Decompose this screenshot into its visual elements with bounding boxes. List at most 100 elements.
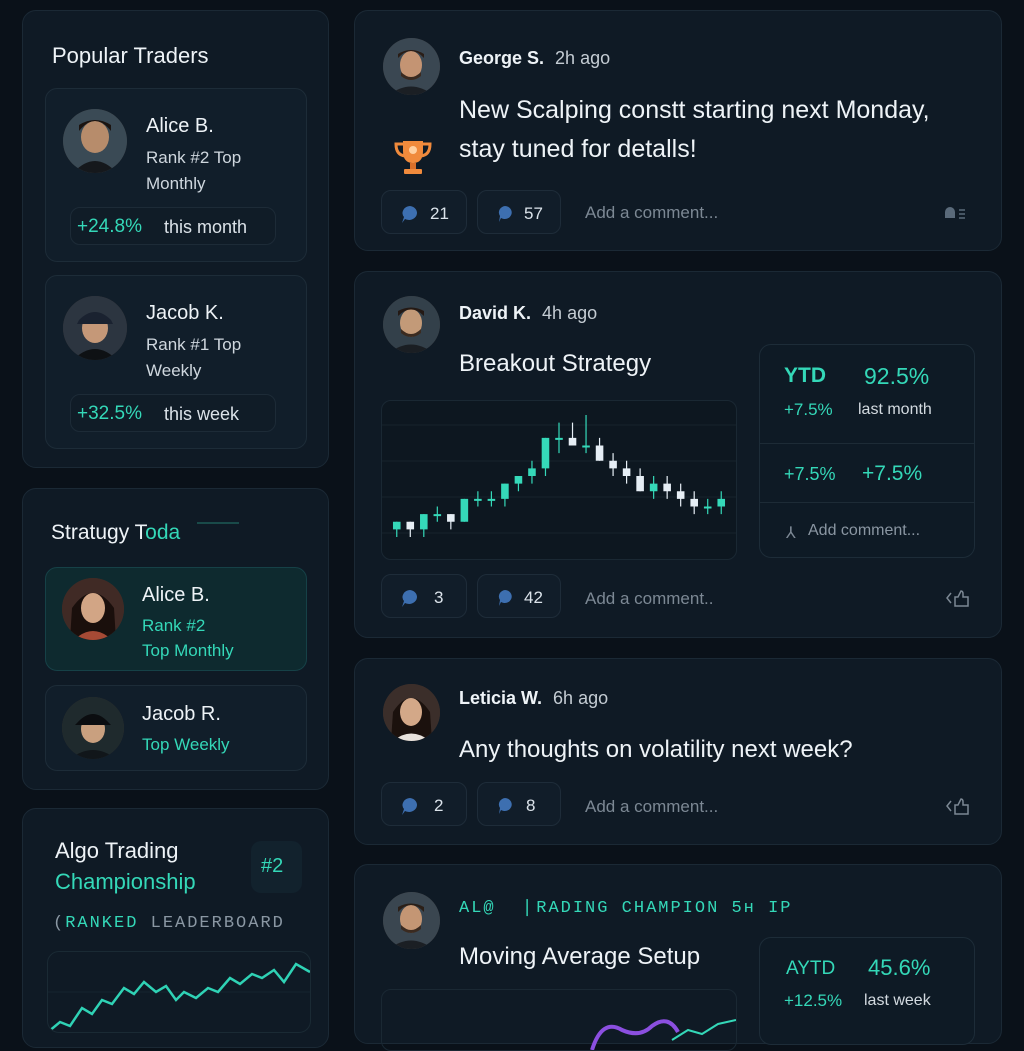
trader-name: Jacob R.	[142, 703, 221, 725]
ytd-label: AYTD	[786, 958, 836, 979]
performance-badge: +32.5% this week	[70, 394, 276, 432]
like-count: 8	[526, 796, 536, 815]
post-author[interactable]: David K.	[459, 303, 531, 323]
post-author[interactable]: George S.	[459, 48, 544, 68]
stats-comment-input[interactable]: Add comment...	[808, 522, 920, 540]
avatar[interactable]	[383, 892, 440, 949]
candle-body	[433, 514, 442, 517]
leaderboard-prefix: (	[53, 914, 66, 933]
leaderboard-label: (RANKED LEADERBOARD	[53, 914, 285, 933]
championship-title-line2: Championship	[55, 869, 196, 894]
stats-divider	[760, 443, 974, 444]
candle-body	[690, 498, 698, 507]
stats-divider	[760, 502, 974, 503]
trader-period: Top Weekly	[142, 735, 230, 754]
trophy-icon	[391, 135, 435, 179]
share-icon[interactable]	[945, 796, 971, 816]
avatar	[63, 296, 127, 360]
trader-rank: Rank #2 Top	[146, 148, 242, 167]
comment-button[interactable]: 21	[381, 190, 467, 234]
moving-average-sparkline	[590, 1019, 736, 1050]
trader-card-alice[interactable]: Alice B. Rank #2 Top Monthly +24.8% this…	[45, 88, 307, 262]
candlestick-chart-svg	[382, 415, 736, 537]
comment-icon	[402, 206, 418, 223]
candle-body	[582, 445, 590, 448]
championship-title-line1: Algo Trading	[55, 838, 179, 863]
like-button[interactable]: 57	[477, 190, 561, 234]
post-card-leticia: Leticia W. 6h ago Any thoughts on volati…	[354, 658, 1002, 845]
like-icon	[498, 590, 512, 606]
share-icon[interactable]	[945, 588, 971, 608]
week-label: last week	[864, 992, 931, 1009]
post-text: Any thoughts on volatility next week?	[459, 736, 853, 763]
strategy-item-alice[interactable]: Alice B. Rank #2 Top Monthly	[45, 567, 307, 671]
post-author[interactable]: Leticia W.	[459, 688, 542, 708]
comment-button[interactable]: 3	[381, 574, 467, 618]
leaderboard-chart-box	[47, 951, 311, 1033]
candle-body	[609, 460, 617, 469]
post-card-george: George S. 2h ago New Scalping constt sta…	[354, 10, 1002, 251]
candle-body	[636, 476, 644, 492]
avatar[interactable]	[383, 38, 440, 95]
candle-body	[392, 521, 401, 530]
post-time: 4h ago	[542, 303, 598, 323]
like-icon	[498, 798, 512, 814]
title-underline	[197, 522, 239, 534]
comment-input[interactable]: Add a comment..	[585, 589, 714, 609]
post-header: AL@ ❘RADING CHAMPION 5н IP	[459, 899, 793, 918]
trader-period: Top Monthly	[142, 641, 234, 660]
candle-body	[528, 468, 536, 476]
candle-body	[447, 514, 455, 522]
trader-rank: Rank #1 Top	[146, 335, 242, 354]
ytd-label: YTD	[784, 364, 826, 387]
strategy-item-jacob[interactable]: Jacob R. Top Weekly	[45, 685, 307, 771]
comment-button[interactable]: 2	[381, 782, 467, 826]
stats-panel: AYTD 45.6% +12.5% last week	[759, 937, 975, 1045]
candle-body	[555, 437, 563, 440]
like-button[interactable]: 42	[477, 574, 561, 618]
performance-badge: +24.8% this month	[70, 207, 276, 245]
stat-row2-b: +7.5%	[862, 462, 923, 485]
leaderboard-sparkline	[48, 962, 310, 1032]
like-count: 57	[524, 204, 543, 223]
candle-body	[541, 437, 550, 469]
week-change: +12.5%	[784, 991, 843, 1010]
candle-body	[501, 483, 509, 499]
post-card-david: David K. 4h ago Breakout Strategy YTD 92…	[354, 271, 1002, 638]
like-button[interactable]: 8	[477, 782, 561, 826]
candle-body	[420, 514, 428, 530]
candle-body	[487, 498, 496, 501]
candle-body	[514, 476, 523, 484]
championship-card: Algo Trading Championship #2 (RANKED LEA…	[22, 808, 329, 1048]
avatar[interactable]	[383, 684, 440, 741]
candle-body	[663, 483, 671, 492]
post-text-line2: stay tuned for detalls!	[459, 135, 697, 163]
post-meta: Leticia W. 6h ago	[459, 688, 608, 709]
post-text-line1: New Scalping constt starting next Monday…	[459, 96, 930, 124]
performance-label: this month	[164, 217, 248, 237]
mini-chart	[381, 989, 737, 1051]
avatar[interactable]	[383, 296, 440, 353]
comment-input[interactable]: Add a comment...	[585, 797, 718, 817]
rank-badge: #2	[251, 841, 302, 893]
leaderboard-label-teal: RANKED	[65, 914, 139, 933]
share-icon[interactable]	[943, 204, 969, 220]
trader-card-jacob[interactable]: Jacob K. Rank #1 Top Weekly +32.5% this …	[45, 275, 307, 449]
month-label: last month	[858, 401, 932, 418]
post-title: Moving Average Setup	[459, 943, 701, 970]
candle-body	[649, 483, 658, 492]
performance-value: +24.8%	[77, 216, 142, 237]
comment-input[interactable]: Add a comment...	[585, 203, 718, 223]
post-card-championship: AL@ ❘RADING CHAMPION 5н IP Moving Averag…	[354, 864, 1002, 1051]
candle-body	[717, 498, 726, 507]
candle-body	[703, 506, 712, 509]
month-change: +7.5%	[784, 400, 833, 419]
comment-icon	[402, 798, 418, 815]
trader-period: Weekly	[146, 361, 202, 380]
comment-count: 21	[430, 204, 449, 223]
ytd-value: 45.6%	[868, 955, 931, 980]
avatar	[62, 697, 124, 759]
like-count: 42	[524, 588, 543, 607]
strategy-title-accent: oda	[145, 521, 181, 544]
leaderboard-label-muted: LEADERBOARD	[150, 914, 285, 933]
